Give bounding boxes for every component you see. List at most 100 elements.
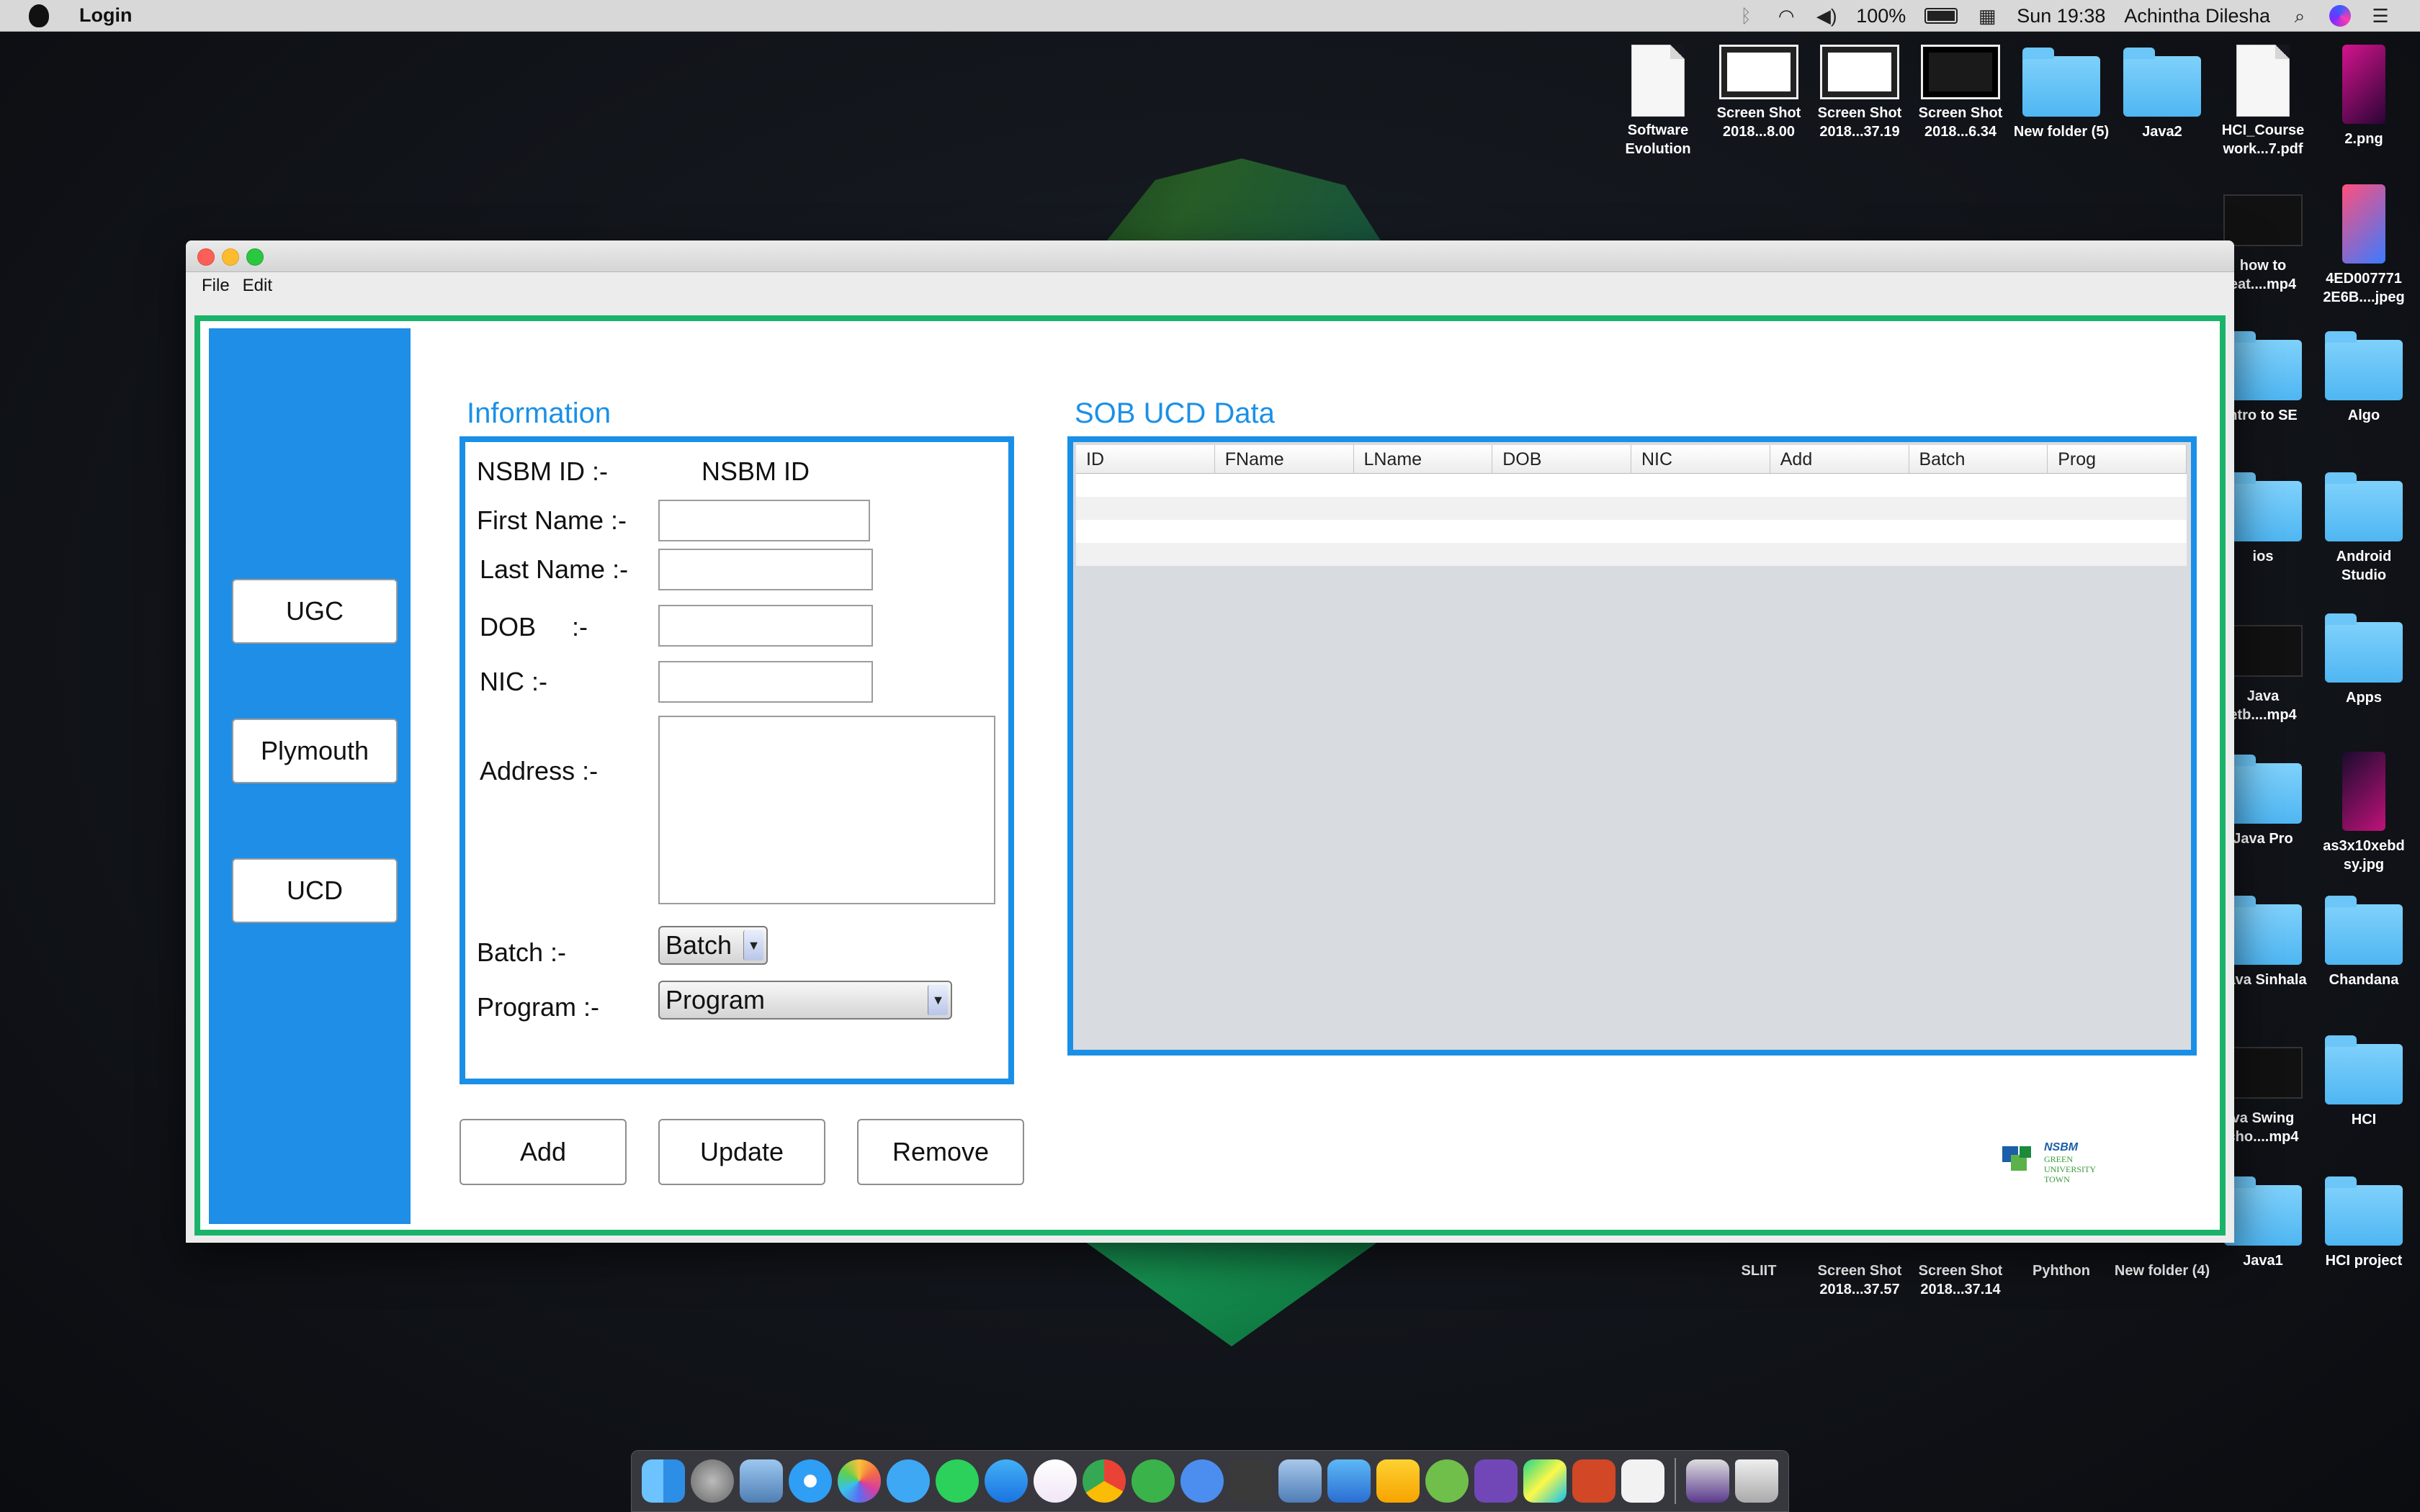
finder-icon[interactable] (642, 1459, 685, 1503)
content-frame: UGC Plymouth UCD Information NSBM ID :- … (194, 315, 2226, 1236)
desktop-icon[interactable]: HCI_Course work...7.pdf (2213, 45, 2313, 158)
desktop-icon[interactable]: HCI project (2313, 1176, 2414, 1270)
bluetooth-icon[interactable]: ᛒ (1735, 6, 1757, 25)
calendar-icon[interactable]: ▦ (1976, 6, 1998, 25)
desktop-icon[interactable]: Pyhthon (2011, 1261, 2112, 1280)
add-button[interactable]: Add (460, 1119, 627, 1185)
desktop-icon[interactable]: Apps (2313, 613, 2414, 707)
java-icon[interactable] (1621, 1459, 1664, 1503)
screenshot-icon (1820, 45, 1899, 99)
preview-icon[interactable] (740, 1459, 783, 1503)
screenshot-icon (1921, 45, 2000, 99)
ucd-button[interactable]: UCD (232, 858, 398, 923)
chrome-icon[interactable] (1083, 1459, 1126, 1503)
wifi-icon[interactable]: ◠ (1775, 6, 1797, 25)
update-button[interactable]: Update (658, 1119, 825, 1185)
desktop-icon[interactable]: 2.png (2313, 45, 2414, 148)
desktop-icon[interactable]: as3x10xebd sy.jpg (2313, 752, 2414, 874)
table-row[interactable] (1076, 497, 2187, 520)
visual-studio-icon[interactable] (1474, 1459, 1518, 1503)
android-studio-icon[interactable] (1425, 1459, 1469, 1503)
program-dropdown[interactable]: Program ▼ (658, 981, 952, 1020)
table-row[interactable] (1076, 520, 2187, 543)
desktop-icon[interactable]: Algo (2313, 331, 2414, 425)
column-header-batch[interactable]: Batch (1909, 445, 2048, 473)
nic-label: NIC :- (480, 667, 547, 696)
apple-menu-icon[interactable] (29, 4, 49, 27)
dob-field[interactable] (658, 605, 873, 647)
desktop-icon[interactable]: Java2 (2112, 48, 2213, 141)
launchpad-icon[interactable] (691, 1459, 734, 1503)
image-icon (2342, 184, 2385, 264)
dock-separator (1675, 1458, 1676, 1504)
column-header-fname[interactable]: FName (1215, 445, 1354, 473)
siri-icon[interactable] (2329, 5, 2351, 27)
screen-icon[interactable] (1686, 1459, 1729, 1503)
program-selected-value: Program (666, 985, 766, 1014)
column-header-prog[interactable]: Prog (2048, 445, 2187, 473)
batch-dropdown[interactable]: Batch ▼ (658, 926, 768, 965)
table-row[interactable] (1076, 543, 2187, 566)
last-name-field[interactable] (658, 549, 873, 590)
ugc-button[interactable]: UGC (232, 579, 398, 644)
folder-icon (2224, 896, 2302, 965)
column-header-dob[interactable]: DOB (1492, 445, 1631, 473)
xcode-icon[interactable] (1327, 1459, 1371, 1503)
column-header-nic[interactable]: NIC (1631, 445, 1770, 473)
desktop-icon[interactable]: SLIIT (1708, 1261, 1809, 1280)
clock[interactable]: Sun 19:38 (2017, 5, 2105, 27)
address-textarea[interactable] (658, 716, 995, 904)
powerpoint-icon[interactable] (1572, 1459, 1615, 1503)
app-name-menu[interactable]: Login (79, 4, 132, 27)
pycharm-icon[interactable] (1523, 1459, 1567, 1503)
zoom-window-button[interactable] (246, 248, 264, 266)
minimize-window-button[interactable] (222, 248, 239, 266)
desktop-icon[interactable]: HCI (2313, 1035, 2414, 1129)
desktop-icon[interactable]: Screen Shot 2018...6.34 (1910, 45, 2011, 141)
spotlight-search-icon[interactable]: ⌕ (2289, 6, 2311, 25)
window-titlebar[interactable] (186, 240, 2234, 272)
messages-icon[interactable] (887, 1459, 930, 1503)
desktop-icon[interactable]: Screen Shot 2018...8.00 (1708, 45, 1809, 141)
user-name[interactable]: Achintha Dilesha (2124, 5, 2270, 27)
trash-icon[interactable] (1735, 1459, 1778, 1503)
desktop-icon[interactable]: Screen Shot 2018...37.14 (1910, 1261, 2011, 1299)
whatsapp-icon[interactable] (936, 1459, 979, 1503)
remove-button[interactable]: Remove (857, 1119, 1024, 1185)
sketch-icon[interactable] (1376, 1459, 1420, 1503)
close-window-button[interactable] (197, 248, 215, 266)
sublime-icon[interactable] (1229, 1459, 1273, 1503)
nic-field[interactable] (658, 661, 873, 703)
icloud-icon[interactable] (1180, 1459, 1224, 1503)
battery-icon[interactable] (1924, 8, 1958, 24)
column-header-add[interactable]: Add (1770, 445, 1909, 473)
desktop-icon[interactable]: New folder (5) (2011, 48, 2112, 141)
table-row[interactable] (1076, 474, 2187, 497)
photos-icon[interactable] (838, 1459, 881, 1503)
menu-edit[interactable]: Edit (243, 276, 272, 296)
notification-center-icon[interactable]: ☰ (2370, 6, 2391, 25)
desktop-icon[interactable]: Chandana (2313, 896, 2414, 989)
desktop-icon[interactable]: New folder (4) (2112, 1261, 2213, 1280)
column-header-id[interactable]: ID (1076, 445, 1215, 473)
folder-icon (2123, 48, 2201, 117)
column-header-lname[interactable]: LName (1354, 445, 1493, 473)
first-name-field[interactable] (658, 500, 870, 541)
menu-file[interactable]: File (202, 276, 230, 296)
desktop-icon[interactable]: Software Evolution (1608, 45, 1708, 158)
desktop-icon[interactable]: 4ED007771 2E6B....jpeg (2313, 184, 2414, 307)
app-window: File Edit UGC Plymouth UCD Information N… (186, 240, 2234, 1243)
plymouth-button[interactable]: Plymouth (232, 719, 398, 783)
itunes-icon[interactable] (1034, 1459, 1077, 1503)
volume-icon[interactable]: ◀) (1816, 6, 1837, 25)
cloud-app-icon[interactable] (1131, 1459, 1175, 1503)
desktop-icon[interactable]: Screen Shot 2018...37.57 (1809, 1261, 1910, 1299)
appstore-icon[interactable] (985, 1459, 1028, 1503)
data-table[interactable]: ID FName LName DOB NIC Add Batch Prog (1067, 436, 2197, 1056)
dob-label: DOB :- (480, 612, 588, 642)
wallpaper-shape (1080, 1238, 1383, 1346)
virtualbox-icon[interactable] (1278, 1459, 1322, 1503)
desktop-icon[interactable]: Android Studio (2313, 472, 2414, 585)
desktop-icon[interactable]: Screen Shot 2018...37.19 (1809, 45, 1910, 141)
safari-icon[interactable] (789, 1459, 832, 1503)
